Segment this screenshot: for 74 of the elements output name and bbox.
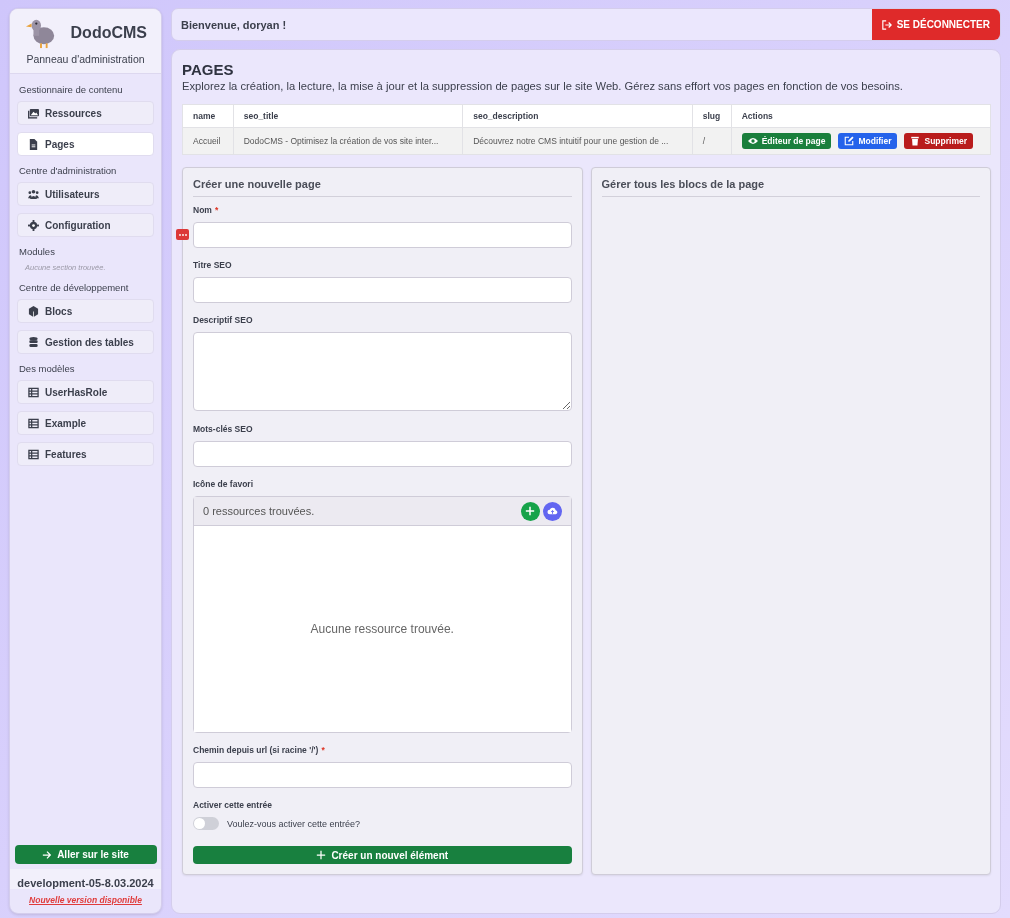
images-icon xyxy=(28,107,39,119)
section-heading: Modules xyxy=(19,246,56,257)
table-cell: / xyxy=(692,127,732,155)
delete-button[interactable]: Supprimer xyxy=(904,133,973,149)
column-header: name xyxy=(182,104,234,128)
section-heading: Gestionnaire de contenu xyxy=(19,84,124,95)
column-header: seo_description xyxy=(462,104,693,128)
table-cell: Accueil xyxy=(182,127,234,155)
card-title: Gérer tous les blocs de la page xyxy=(601,178,980,197)
sidebar-subtitle: Panneau d'administration xyxy=(25,53,146,65)
table-icon xyxy=(28,417,39,429)
welcome-message: Bienvenue, doryan ! xyxy=(181,18,287,31)
field-label: Mots-clés SEO xyxy=(193,424,253,435)
plus-icon xyxy=(316,850,327,860)
empty-message: Aucune ressource trouvée. xyxy=(310,622,454,637)
field-label: Icône de favori xyxy=(193,479,253,490)
resource-count: 0 ressources trouvées. xyxy=(203,505,315,518)
table-cell: DodoCMS - Optimisez la création de vos site inter... xyxy=(233,127,463,155)
field-label: Nom * xyxy=(193,205,219,215)
extension-badge-icon[interactable] xyxy=(176,229,189,240)
edit-button[interactable]: Modifier xyxy=(838,133,898,149)
sidebar-item[interactable]: Example xyxy=(17,411,154,435)
input-field[interactable] xyxy=(193,222,572,248)
textarea-field[interactable] xyxy=(193,332,572,412)
trash-icon xyxy=(910,136,921,146)
logout-button[interactable]: SE DÉCONNECTER xyxy=(871,9,1000,40)
section-heading: Des modèles xyxy=(19,363,76,374)
input-field[interactable] xyxy=(193,441,572,468)
sidebar-item[interactable]: Pages xyxy=(17,132,154,156)
toggle-switch[interactable] xyxy=(193,817,219,831)
add-icon[interactable] xyxy=(520,501,540,521)
file-icon xyxy=(28,138,39,150)
version-label: development-05-8.03.2024 xyxy=(10,869,161,889)
required-mark: * xyxy=(321,745,325,756)
page-description: Explorez la création, la lecture, la mise à jour et la suppression de pages sur le site Web. Gérez sans effort vos pages en fonction de vos besoins. xyxy=(182,80,904,92)
field-label: Descriptif SEO xyxy=(193,315,253,325)
field-label: Activer cette entrée xyxy=(193,800,272,811)
brand-name: DodoCMS xyxy=(70,24,147,42)
input-field[interactable] xyxy=(193,762,572,789)
card-title: Créer une nouvelle page xyxy=(193,178,572,197)
column-header: Actions xyxy=(731,104,991,128)
cube-icon xyxy=(28,305,39,317)
page-title: PAGES xyxy=(182,61,235,78)
sidebar-item[interactable]: Utilisateurs xyxy=(17,182,154,206)
edit-icon xyxy=(844,136,855,146)
table-icon xyxy=(28,386,39,398)
settings-icon xyxy=(28,219,39,231)
arrow-right-icon xyxy=(42,849,53,860)
create-button[interactable]: Créer un nouvel élément xyxy=(193,846,572,864)
required-mark: * xyxy=(214,205,219,215)
page-editor-button[interactable]: Éditeur de page xyxy=(741,133,832,149)
sidebar-item[interactable]: Gestion des tables xyxy=(17,330,154,354)
database-icon xyxy=(28,336,39,348)
table-icon xyxy=(28,448,39,460)
input-field[interactable] xyxy=(193,277,572,303)
users-icon xyxy=(28,188,39,200)
eye-icon xyxy=(747,136,758,146)
sidebar-item[interactable]: Blocs xyxy=(17,299,154,323)
toggle-label: Voulez-vous activer cette entrée? xyxy=(227,818,361,829)
column-header: seo_title xyxy=(233,104,463,128)
sidebar-item[interactable]: UserHasRole xyxy=(17,380,154,404)
logout-icon xyxy=(881,19,892,30)
update-link[interactable]: Nouvelle version disponible xyxy=(29,895,142,905)
field-label: Titre SEO xyxy=(193,260,232,270)
cloud-upload-icon[interactable] xyxy=(542,501,562,521)
sidebar-item[interactable]: Configuration xyxy=(17,213,154,237)
go-to-site-button[interactable]: Aller sur le site xyxy=(14,845,157,864)
field-label: Chemin depuis url (si racine '/') * xyxy=(193,745,325,756)
section-heading: Centre de développement xyxy=(19,282,130,293)
table-cell: Découvrez notre CMS intuitif pour une gestion de ... xyxy=(462,127,693,155)
column-header: slug xyxy=(692,104,732,128)
sidebar-item[interactable]: Ressources xyxy=(17,101,154,125)
section-heading: Centre d'administration xyxy=(19,165,118,176)
sidebar-item[interactable]: Features xyxy=(17,442,154,466)
